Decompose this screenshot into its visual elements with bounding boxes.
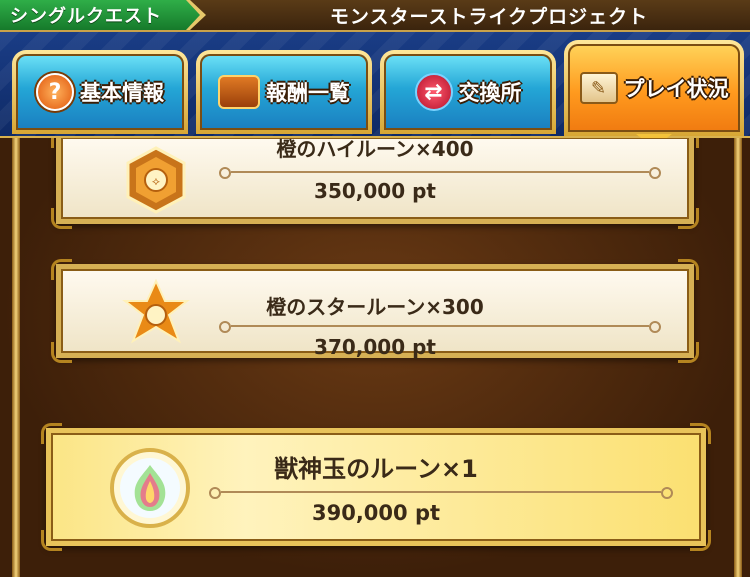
right-frame-rail: [734, 138, 742, 577]
question-icon: ?: [36, 73, 74, 111]
frame-corner: [690, 423, 711, 444]
tab-rewards-list[interactable]: 報酬一覧: [196, 50, 372, 134]
frame-corner: [51, 208, 72, 229]
tab-basic-info-label: 基本情報: [80, 81, 164, 105]
frame-corner: [678, 259, 699, 280]
scroll-icon: ✎: [579, 72, 618, 104]
event-title: モンスターストライクプロジェクト: [329, 5, 649, 28]
reward-points: 370,000 pt: [314, 335, 436, 359]
frame-corner: [51, 259, 72, 280]
left-frame-rail: [12, 138, 20, 577]
reward-card: 橙のスタールーン×300 370,000 pt: [51, 259, 699, 363]
frame-corner: [41, 423, 62, 444]
ornament-divider: [219, 321, 661, 333]
top-header-bar: シングルクエスト モンスターストライクプロジェクト: [0, 0, 750, 32]
ornament-divider: [219, 167, 661, 179]
treasure-chest-icon: [218, 75, 260, 109]
tab-play-status[interactable]: ✎ プレイ状況: [564, 40, 744, 148]
quest-mode-label: シングルクエスト: [0, 0, 200, 30]
tab-strip: ? 基本情報 報酬一覧 ⇄ 交換所 ✎ プレイ状況: [0, 32, 750, 148]
reward-points: 350,000 pt: [314, 179, 436, 203]
frame-corner: [690, 530, 711, 551]
tab-rewards-list-face: 報酬一覧: [200, 54, 368, 130]
tab-basic-info[interactable]: ? 基本情報: [12, 50, 188, 134]
frame-corner: [678, 208, 699, 229]
tab-rewards-list-label: 報酬一覧: [266, 81, 350, 105]
exchange-icon: ⇄: [414, 73, 453, 111]
tab-play-status-face: ✎ プレイ状況: [568, 44, 740, 132]
reward-points: 390,000 pt: [311, 501, 441, 525]
reward-name: 橙のスタールーン×300: [266, 295, 484, 319]
reward-card-highlighted: 獣神玉のルーン×1 390,000 pt: [41, 423, 711, 551]
tab-exchange[interactable]: ⇄ 交換所: [380, 50, 556, 134]
reward-name: 獣神玉のルーン×1: [274, 455, 478, 483]
reward-name: 橙のハイルーン×400: [276, 138, 474, 161]
ornament-divider: [209, 487, 673, 499]
reward-list[interactable]: ⟡ 橙のハイルーン×400 350,000 pt 橙のスタールーン×300 37…: [0, 138, 750, 577]
tab-exchange-face: ⇄ 交換所: [384, 54, 552, 130]
tab-basic-info-face: ? 基本情報: [16, 54, 184, 130]
tab-exchange-label: 交換所: [458, 81, 522, 105]
tab-play-status-label: プレイ状況: [623, 77, 729, 101]
frame-corner: [41, 530, 62, 551]
reward-card: ⟡ 橙のハイルーン×400 350,000 pt: [51, 138, 699, 229]
